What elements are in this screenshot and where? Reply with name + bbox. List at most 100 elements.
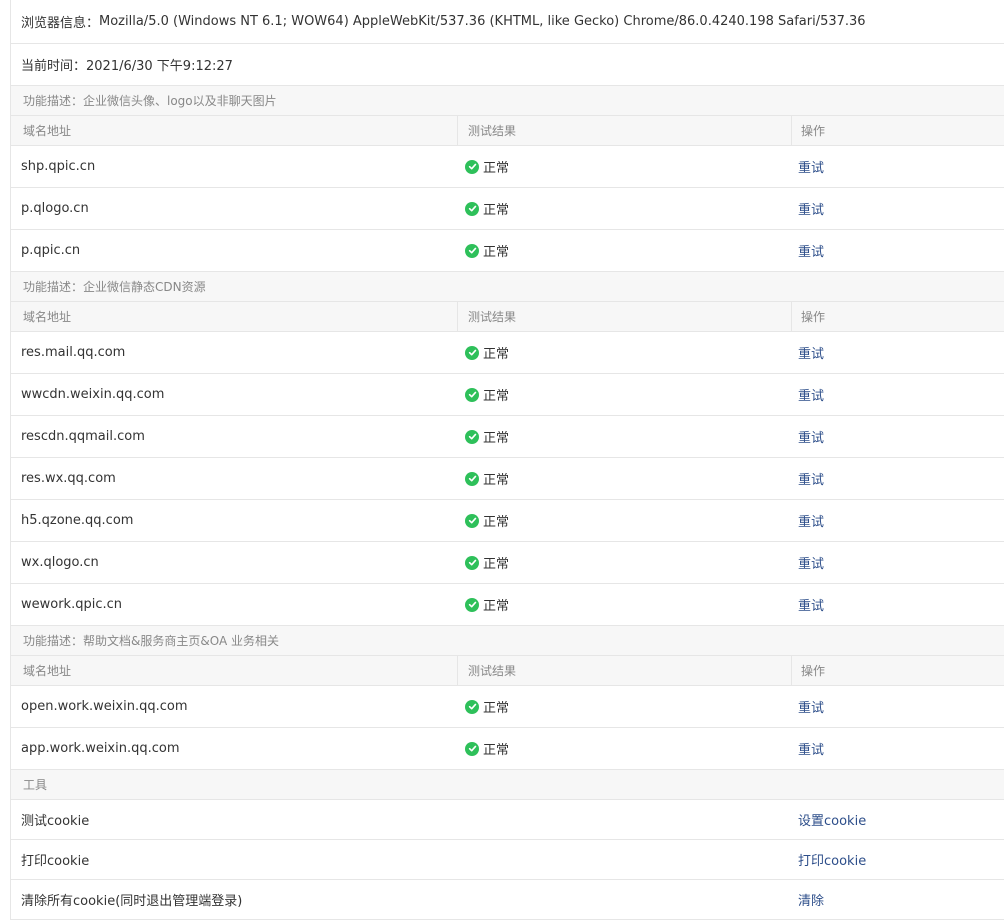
check-circle-icon [465,555,479,570]
retry-button[interactable]: 重试 [798,697,824,716]
domain-address: rescdn.qqmail.com [21,429,145,444]
operation-cell: 重试 [791,230,1004,271]
tools-container: 测试cookie 设置cookie 打印cookie 打印cookie 清除所有cook… [11,800,1004,920]
section-title: 功能描述：企业微信静态CDN资源 [11,272,1004,302]
tool-action-link[interactable]: 设置cookie [798,810,866,829]
table-header: 域名地址 测试结果 操作 [11,116,1004,146]
check-circle-icon [465,243,479,258]
tools-title: 工具 [23,778,48,792]
retry-button[interactable]: 重试 [798,553,824,572]
column-header-result: 测试结果 [457,302,791,331]
test-result: 正常 [457,500,791,541]
retry-button[interactable]: 重试 [798,469,824,488]
check-circle-icon [465,345,479,360]
table-row: wx.qlogo.cn 正常 重试 [11,542,1004,584]
section-title: 功能描述：帮助文档&服务商主页&OA 业务相关 [11,626,1004,656]
column-header-result: 测试结果 [457,656,791,685]
column-header-result: 测试结果 [457,116,791,145]
retry-button[interactable]: 重试 [798,739,824,758]
retry-button[interactable]: 重试 [798,199,824,218]
retry-button[interactable]: 重试 [798,427,824,446]
status-text: 正常 [483,431,510,446]
operation-cell: 重试 [791,686,1004,727]
test-result: 正常 [457,542,791,583]
tool-label: 测试cookie [21,814,90,829]
retry-button[interactable]: 重试 [798,595,824,614]
status-text: 正常 [483,203,510,218]
column-header-domain: 域名地址 [23,664,72,678]
retry-button[interactable]: 重试 [798,241,824,260]
domain-address: h5.qzone.qq.com [21,513,134,528]
check-circle-icon [465,699,479,714]
check-circle-icon [465,387,479,402]
tools-section-title: 工具 [11,770,1004,800]
column-header-domain: 域名地址 [23,310,72,324]
test-result: 正常 [457,332,791,373]
operation-cell: 重试 [791,728,1004,769]
test-result: 正常 [457,230,791,271]
current-time-row: 当前时间： 2021/6/30 下午9:12:27 [11,44,1004,86]
test-result: 正常 [457,188,791,229]
column-header-operation: 操作 [791,116,1004,145]
test-result: 正常 [457,686,791,727]
domain-address: shp.qpic.cn [21,159,96,174]
check-circle-icon [465,201,479,216]
retry-button[interactable]: 重试 [798,343,824,362]
column-header-operation: 操作 [791,302,1004,331]
status-text: 正常 [483,515,510,530]
tool-action-cell: 清除 [791,880,1004,919]
status-text: 正常 [483,701,510,716]
table-row: wework.qpic.cn 正常 重试 [11,584,1004,626]
sections-container: 功能描述：企业微信头像、logo以及非聊天图片 域名地址 测试结果 操作 shp.qpi… [11,86,1004,770]
browser-info-value: Mozilla/5.0 (Windows NT 6.1; WOW64) Appl… [99,14,866,29]
test-result: 正常 [457,416,791,457]
operation-cell: 重试 [791,374,1004,415]
browser-info-row: 浏览器信息： Mozilla/5.0 (Windows NT 6.1; WOW6… [11,0,1004,44]
table-header: 域名地址 测试结果 操作 [11,302,1004,332]
domain-address: res.mail.qq.com [21,345,126,360]
table-row: shp.qpic.cn 正常 重试 [11,146,1004,188]
tool-action-cell: 设置cookie [791,800,1004,839]
domain-address: wx.qlogo.cn [21,555,99,570]
section-title: 功能描述：企业微信头像、logo以及非聊天图片 [11,86,1004,116]
column-header-domain: 域名地址 [23,124,72,138]
tool-action-link[interactable]: 清除 [798,890,824,909]
tool-label: 打印cookie [21,854,90,869]
domain-address: wwcdn.weixin.qq.com [21,387,165,402]
domain-address: wework.qpic.cn [21,597,123,612]
table-row: res.mail.qq.com 正常 重试 [11,332,1004,374]
retry-button[interactable]: 重试 [798,385,824,404]
status-text: 正常 [483,743,510,758]
current-time-value: 2021/6/30 下午9:12:27 [86,59,233,74]
section-description: 功能描述：企业微信头像、logo以及非聊天图片 [23,94,277,108]
domain-address: p.qpic.cn [21,243,81,258]
retry-button[interactable]: 重试 [798,157,824,176]
tool-label: 清除所有cookie(同时退出管理端登录) [21,894,243,909]
test-result: 正常 [457,458,791,499]
tool-row: 清除所有cookie(同时退出管理端登录) 清除 [11,880,1004,920]
tool-action-link[interactable]: 打印cookie [798,850,866,869]
table-row: rescdn.qqmail.com 正常 重试 [11,416,1004,458]
table-row: p.qpic.cn 正常 重试 [11,230,1004,272]
operation-cell: 重试 [791,188,1004,229]
table-row: app.work.weixin.qq.com 正常 重试 [11,728,1004,770]
section-description: 功能描述：帮助文档&服务商主页&OA 业务相关 [23,634,279,648]
test-result: 正常 [457,146,791,187]
status-text: 正常 [483,557,510,572]
tool-row: 测试cookie 设置cookie [11,800,1004,840]
table-row: h5.qzone.qq.com 正常 重试 [11,500,1004,542]
table-row: wwcdn.weixin.qq.com 正常 重试 [11,374,1004,416]
retry-button[interactable]: 重试 [798,511,824,530]
check-circle-icon [465,741,479,756]
tool-row: 打印cookie 打印cookie [11,840,1004,880]
operation-cell: 重试 [791,332,1004,373]
domain-address: app.work.weixin.qq.com [21,741,180,756]
test-result: 正常 [457,584,791,625]
status-text: 正常 [483,245,510,260]
status-text: 正常 [483,347,510,362]
status-text: 正常 [483,599,510,614]
status-text: 正常 [483,473,510,488]
current-time-label: 当前时间： [21,59,87,74]
operation-cell: 重试 [791,500,1004,541]
table-row: res.wx.qq.com 正常 重试 [11,458,1004,500]
